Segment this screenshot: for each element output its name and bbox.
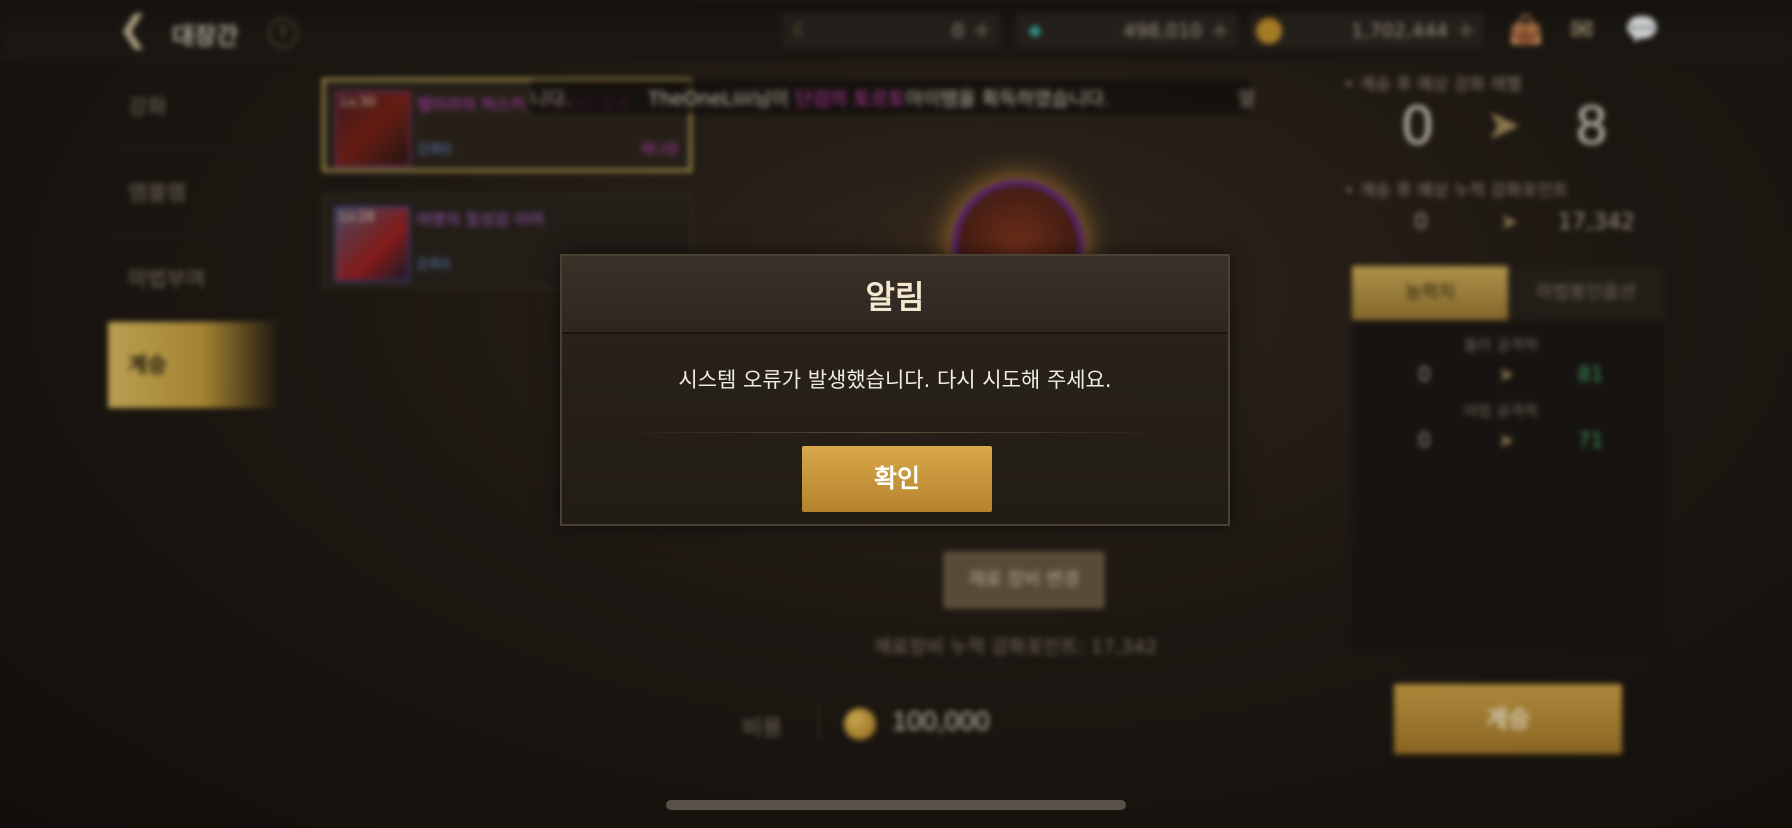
divider — [622, 432, 1168, 433]
dialog-title: 알림 — [865, 278, 925, 316]
dialog-message: 시스템 오류가 발생했습니다. 다시 시도해 주세요. — [678, 368, 1112, 392]
dialog-header: 알림 — [562, 256, 1228, 334]
confirm-button[interactable]: 확인 — [802, 446, 992, 512]
alert-dialog: 알림 시스템 오류가 발생했습니다. 다시 시도해 주세요. 확인 — [560, 254, 1230, 526]
home-indicator[interactable] — [666, 800, 1126, 810]
